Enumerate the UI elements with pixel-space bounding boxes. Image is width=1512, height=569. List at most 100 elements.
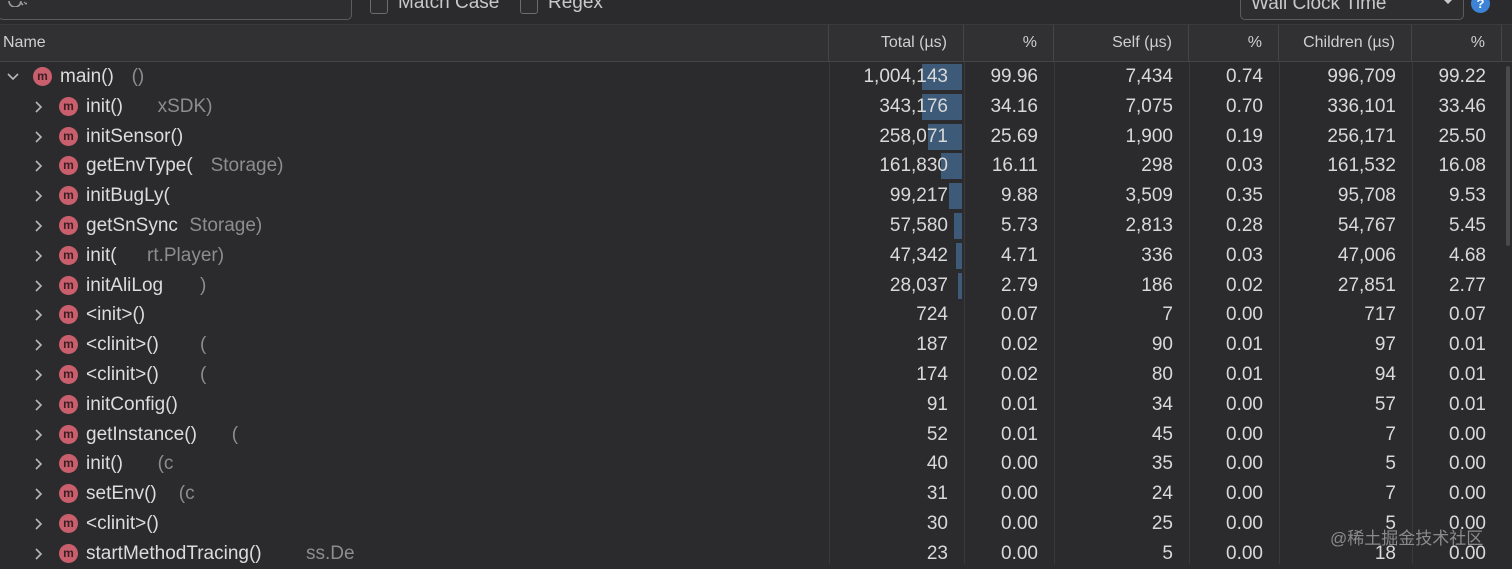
column-header-total[interactable]: Total (µs)	[829, 25, 964, 61]
table-row[interactable]: m main() () 1,004,143 99.96 7,434 0.74 996,709 9…	[0, 62, 1512, 92]
method-path: (	[200, 334, 207, 356]
chevron-right-icon[interactable]	[33, 548, 45, 560]
help-icon[interactable]: ?	[1471, 0, 1490, 13]
chevron-right-icon[interactable]	[33, 369, 45, 381]
table-row[interactable]: m getInstance() (52 0.01 45 0.00 7 0.00	[0, 420, 1512, 450]
method-path: Storage)	[210, 155, 284, 177]
method-icon: m	[59, 394, 78, 414]
column-header-self-percent[interactable]: %	[1189, 25, 1279, 61]
table-row[interactable]: m getEnvType(Storage) 161,830 16.11 298 0.03 1…	[0, 151, 1512, 181]
regex-checkbox[interactable]	[520, 0, 538, 14]
cell-total: 28,037	[889, 274, 948, 296]
table-row[interactable]: m <clinit>() (187 0.02 90 0.01 97 0.01	[0, 330, 1512, 360]
cell-children-pct: 2.77	[1449, 274, 1486, 296]
table-row[interactable]: m initAliLog) 28,037 2.79 186 0.02 27,851 2.77	[0, 271, 1512, 301]
cell-children: 717	[1364, 304, 1396, 326]
cell-self: 80	[1151, 364, 1173, 385]
method-name: setEnv()	[86, 483, 157, 505]
cell-children: 94	[1374, 364, 1396, 385]
cell-total: 57,580	[889, 215, 948, 236]
cell-total: 724	[916, 304, 948, 326]
search-input[interactable]	[0, 0, 352, 20]
chevron-right-icon[interactable]	[33, 458, 45, 470]
method-name: <init>()	[86, 304, 146, 326]
cell-total: 30	[926, 513, 948, 534]
column-header-name[interactable]: Name	[0, 25, 829, 61]
table-row[interactable]: m <init>() 724 0.07 7 0.00 717 0.07	[0, 300, 1512, 330]
cell-total: 258,071	[879, 125, 948, 147]
cell-self-pct: 0.02	[1226, 274, 1263, 296]
cell-children-pct: 33.46	[1438, 95, 1486, 117]
table-row[interactable]: m setEnv() (c 31 0.00 24 0.00 7 0.00	[0, 479, 1512, 509]
table-row[interactable]: m <clinit>() 30 0.00 25 0.00 5 0.00	[0, 509, 1512, 539]
cell-self: 336	[1141, 244, 1173, 266]
cell-children: 97	[1374, 334, 1396, 356]
chevron-right-icon[interactable]	[33, 518, 45, 530]
cell-self: 5	[1162, 542, 1173, 564]
clock-type-select[interactable]: Wall Clock Time	[1240, 0, 1464, 20]
method-name: initAliLog	[86, 274, 164, 296]
column-header-total-percent[interactable]: %	[964, 25, 1054, 61]
cell-total-pct: 0.07	[1001, 304, 1038, 326]
cell-self: 7,075	[1125, 95, 1173, 117]
table-row[interactable]: m <clinit>() (174 0.02 80 0.01 94 0.01	[0, 360, 1512, 390]
column-header-children[interactable]: Children (µs)	[1279, 25, 1412, 61]
chevron-right-icon[interactable]	[33, 280, 45, 292]
search-icon	[8, 1, 27, 7]
method-path: ss.De	[306, 542, 355, 564]
cell-children-pct: 9.53	[1449, 185, 1486, 207]
method-icon: m	[59, 126, 78, 146]
table-row[interactable]: m init(rt.Player) 47,342 4.71 336 0.03 47,006 4…	[0, 241, 1512, 271]
cell-total: 47,342	[889, 244, 948, 266]
cell-self: 35	[1151, 453, 1173, 475]
cell-self-pct: 0.00	[1226, 393, 1263, 415]
chevron-right-icon[interactable]	[33, 429, 45, 441]
method-name: getEnvType(	[86, 155, 193, 177]
column-header-children-percent[interactable]: %	[1412, 25, 1502, 61]
table-row[interactable]: m init() (c 40 0.00 35 0.00 5 0.00	[0, 449, 1512, 479]
cell-self: 3,509	[1125, 185, 1173, 207]
cell-self-pct: 0.00	[1226, 304, 1263, 326]
cell-total: 187	[916, 334, 948, 356]
method-path: (c	[178, 483, 195, 505]
cell-total: 40	[926, 453, 948, 475]
chevron-right-icon[interactable]	[33, 160, 45, 172]
chevron-down-icon[interactable]	[7, 71, 19, 83]
cell-children-pct: 0.01	[1449, 393, 1486, 415]
match-case-checkbox[interactable]	[370, 0, 388, 14]
cell-total: 99,217	[889, 185, 948, 207]
cell-self: 7	[1162, 304, 1173, 326]
table-row[interactable]: m initConfig() 91 0.01 34 0.00 57 0.01	[0, 390, 1512, 420]
cell-total-pct: 5.73	[1001, 215, 1038, 236]
chevron-right-icon[interactable]	[33, 220, 45, 232]
table-row[interactable]: m initBugLy(99,217 9.88 3,509 0.35 95,708 9.53	[0, 181, 1512, 211]
cell-self: 24	[1151, 483, 1173, 505]
cell-self-pct: 0.70	[1226, 95, 1263, 117]
table-row[interactable]: m init() xSDK) 343,176 34.16 7,075 0.70 336,101…	[0, 92, 1512, 122]
method-name: initBugLy(	[86, 185, 170, 207]
chevron-right-icon[interactable]	[33, 399, 45, 411]
chevron-right-icon[interactable]	[33, 339, 45, 351]
chevron-right-icon[interactable]	[33, 250, 45, 262]
chevron-right-icon[interactable]	[33, 190, 45, 202]
chevron-right-icon[interactable]	[33, 131, 45, 143]
cell-self-pct: 0.00	[1226, 483, 1263, 505]
chevron-right-icon[interactable]	[33, 488, 45, 500]
cell-children-pct: 5.45	[1449, 215, 1486, 236]
chevron-right-icon[interactable]	[33, 101, 45, 113]
vertical-scrollbar[interactable]	[1506, 66, 1510, 246]
cell-self-pct: 0.03	[1226, 155, 1263, 177]
table-row[interactable]: m getSnSync Storage) 57,580 5.73 2,813 0.28 54,…	[0, 211, 1512, 241]
cell-total-pct: 0.00	[1001, 513, 1038, 534]
cell-children-pct: 4.68	[1449, 244, 1486, 266]
column-header-self[interactable]: Self (µs)	[1054, 25, 1189, 61]
chevron-right-icon[interactable]	[33, 309, 45, 321]
cell-total-pct: 0.01	[1001, 423, 1038, 445]
method-name: init(	[86, 244, 117, 266]
cell-children: 161,532	[1327, 155, 1396, 177]
method-path: (	[231, 423, 239, 445]
table-row[interactable]: m initSensor() 258,071 25.69 1,900 0.19 256,17…	[0, 122, 1512, 152]
table-row[interactable]: m startMethodTracing() ss.De 23 0.00 5 0.00 18 0…	[0, 539, 1512, 569]
cell-children-pct: 0.00	[1449, 483, 1486, 505]
method-icon: m	[59, 454, 78, 474]
